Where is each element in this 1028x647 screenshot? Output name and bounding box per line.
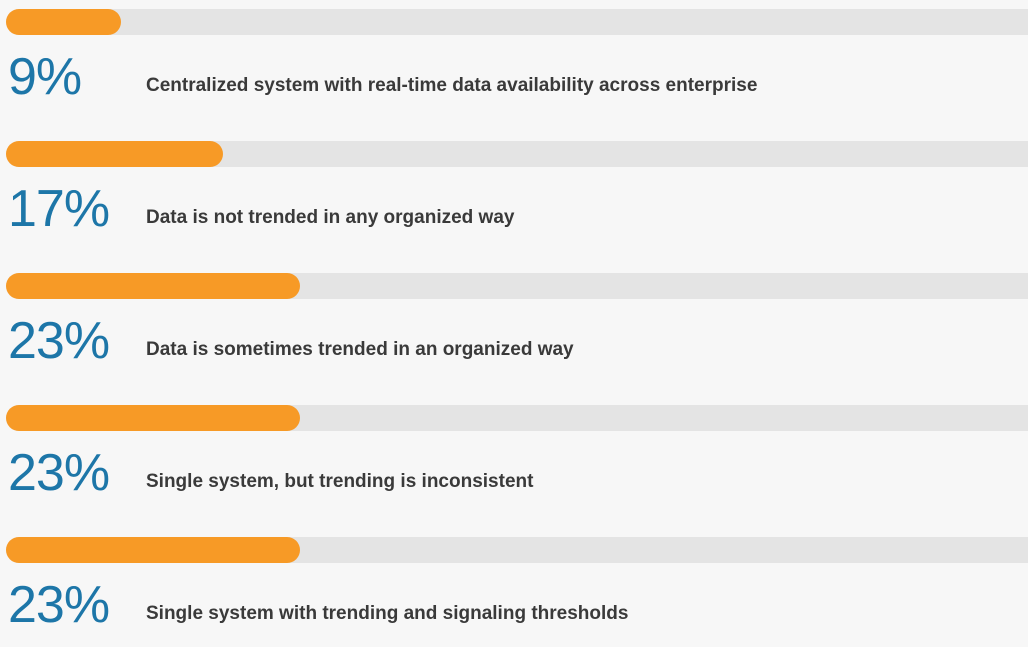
bar-fill xyxy=(6,141,223,167)
category-label: Centralized system with real-time data a… xyxy=(146,75,758,96)
category-label: Single system, but trending is inconsist… xyxy=(146,471,534,492)
percent-label: 9% xyxy=(8,48,82,106)
percent-label: 23% xyxy=(8,444,110,502)
bar-row: 23% Data is sometimes trended in an orga… xyxy=(0,273,1028,383)
percent-label: 23% xyxy=(8,576,110,634)
category-label: Data is not trended in any organized way xyxy=(146,207,515,228)
category-label: Data is sometimes trended in an organize… xyxy=(146,339,574,360)
bar-row: 17% Data is not trended in any organized… xyxy=(0,141,1028,251)
bar-row: 23% Single system, but trending is incon… xyxy=(0,405,1028,515)
category-label: Single system with trending and signalin… xyxy=(146,603,629,624)
bar-track xyxy=(6,405,1028,431)
bar-track xyxy=(6,273,1028,299)
percentage-bar-chart: 9% Centralized system with real-time dat… xyxy=(0,0,1028,634)
bar-track xyxy=(6,9,1028,35)
bar-fill xyxy=(6,405,300,431)
bar-fill xyxy=(6,273,300,299)
bar-row: 23% Single system with trending and sign… xyxy=(0,537,1028,647)
bar-track xyxy=(6,537,1028,563)
bar-track xyxy=(6,141,1028,167)
bar-row: 9% Centralized system with real-time dat… xyxy=(0,9,1028,119)
percent-label: 17% xyxy=(8,180,110,238)
percent-label: 23% xyxy=(8,312,110,370)
bar-fill xyxy=(6,9,121,35)
bar-fill xyxy=(6,537,300,563)
